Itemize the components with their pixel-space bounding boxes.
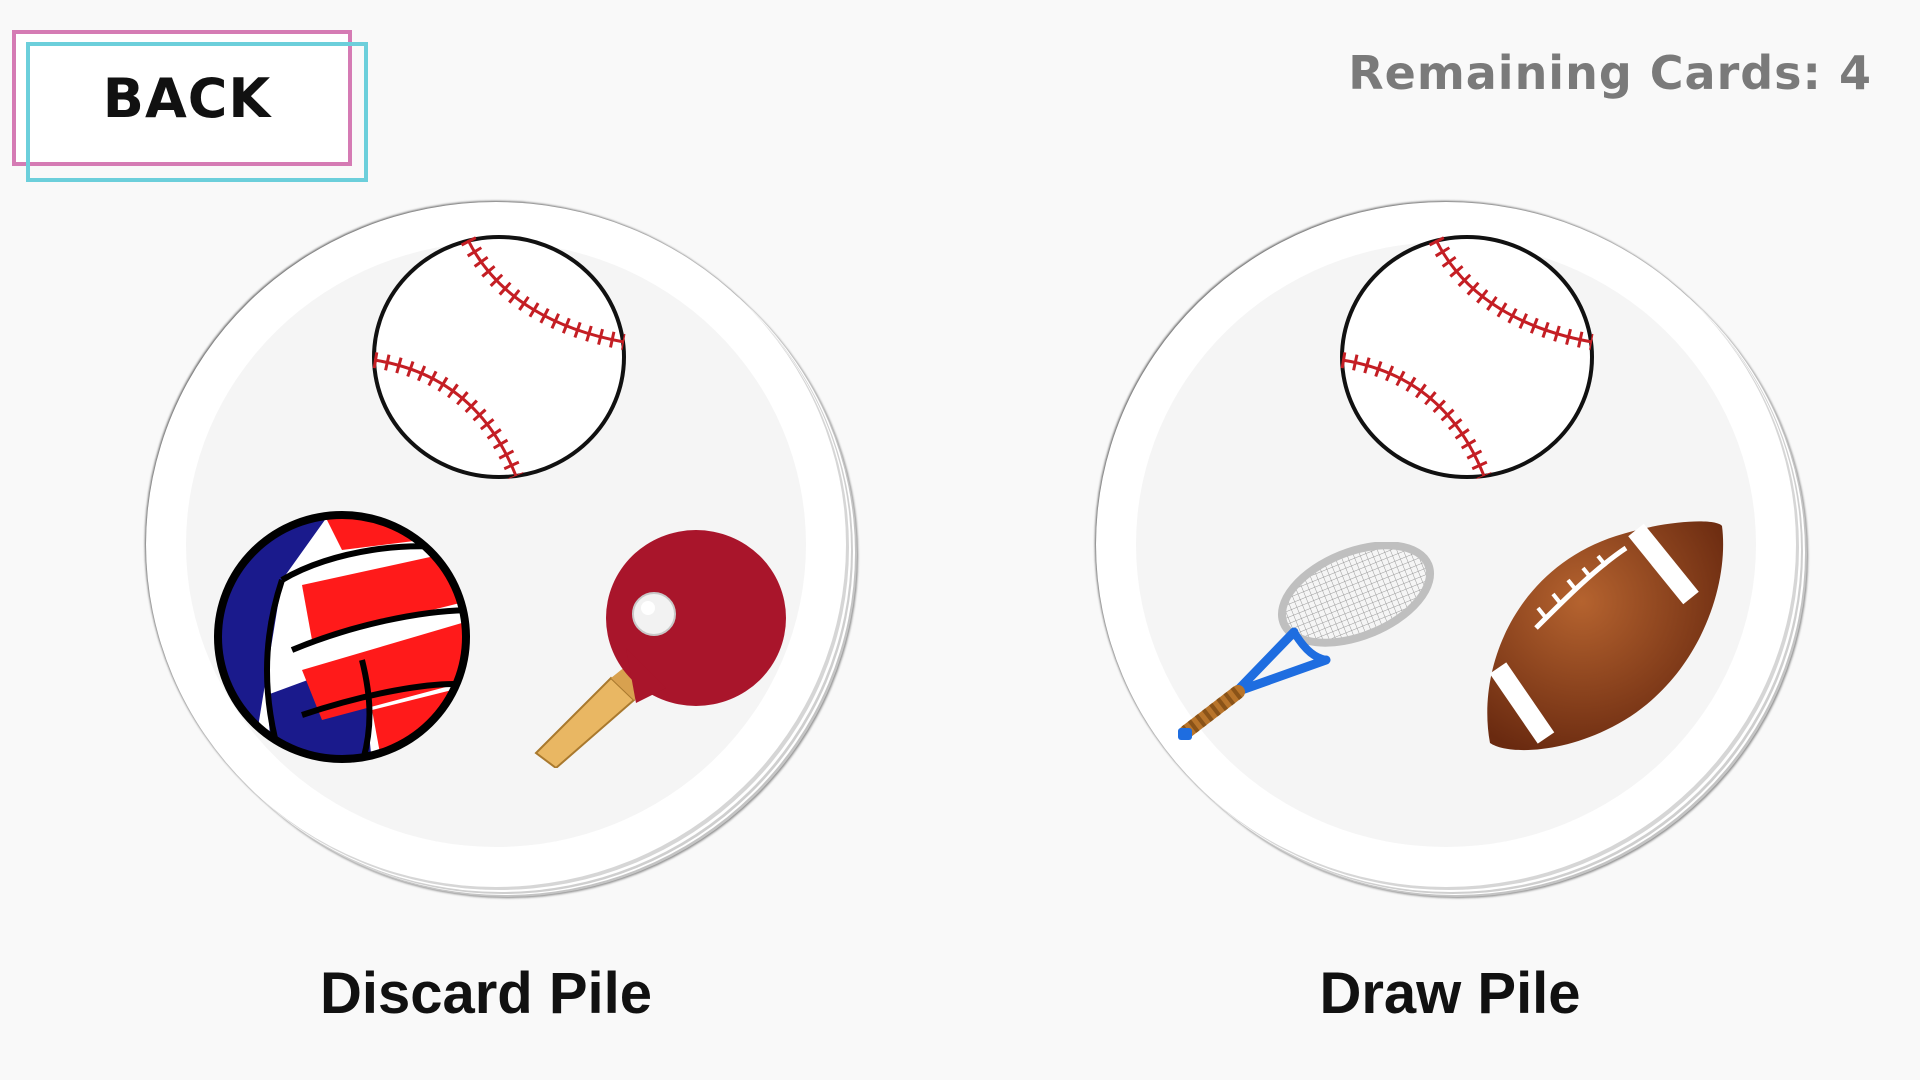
draw-card[interactable]: [1096, 202, 1796, 887]
ping-pong-paddle-icon[interactable]: [516, 528, 788, 768]
remaining-cards-counter: Remaining Cards: 4: [1348, 46, 1872, 100]
back-button[interactable]: BACK: [12, 30, 368, 182]
remaining-cards-label: Remaining Cards:: [1348, 46, 1822, 100]
remaining-cards-count: 4: [1838, 46, 1872, 100]
draw-pile-label: Draw Pile: [1319, 961, 1581, 1026]
discard-card[interactable]: [146, 202, 846, 887]
baseball-icon[interactable]: [1336, 230, 1598, 484]
discard-pile[interactable]: [140, 198, 860, 898]
tennis-racket-icon[interactable]: [1176, 542, 1438, 742]
game-screen: BACK Remaining Cards: 4 Discard Pile Dra…: [0, 0, 1920, 1080]
baseball-icon[interactable]: [368, 230, 630, 484]
back-button-label: BACK: [102, 66, 272, 130]
football-icon[interactable]: [1476, 518, 1730, 754]
volleyball-icon[interactable]: [212, 510, 472, 764]
draw-pile[interactable]: [1090, 198, 1810, 898]
discard-pile-label: Discard Pile: [319, 961, 653, 1026]
